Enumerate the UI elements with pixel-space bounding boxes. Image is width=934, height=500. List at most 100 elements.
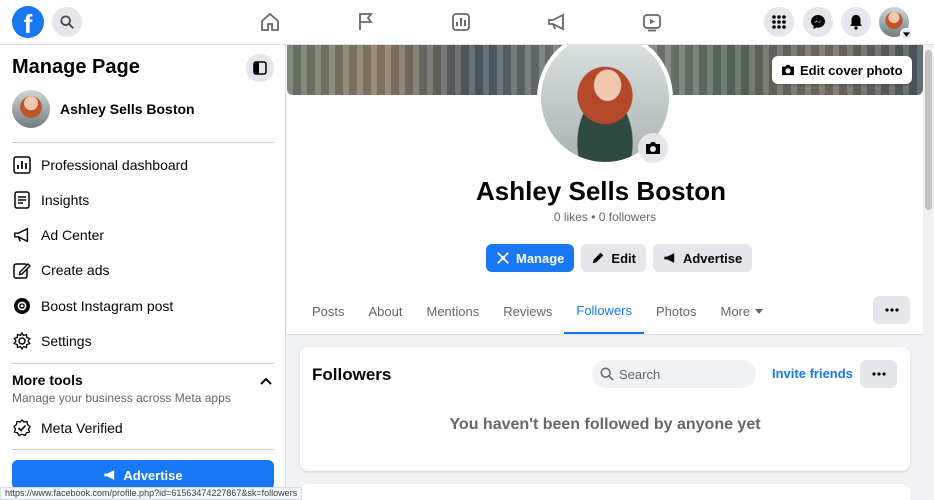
next-card xyxy=(300,484,910,500)
tab-followers[interactable]: Followers xyxy=(564,289,644,334)
more-tools-toggle[interactable] xyxy=(260,372,272,390)
update-profile-picture-button[interactable] xyxy=(638,133,668,163)
sidebar-item-label: Settings xyxy=(41,333,92,349)
sidebar-item-boost-instagram[interactable]: Boost Instagram post xyxy=(12,291,274,321)
tab-about[interactable]: About xyxy=(357,289,415,334)
home-icon xyxy=(261,12,279,31)
followers-card: Followers Invite friends You haven't bee… xyxy=(300,347,910,471)
advertise-button[interactable]: Advertise xyxy=(652,244,753,272)
sidebar-advertise-button[interactable]: Advertise xyxy=(12,460,274,490)
sidebar-item-meta-verified[interactable]: Meta Verified xyxy=(12,413,274,443)
followers-empty-message: You haven't been followed by anyone yet xyxy=(449,416,761,433)
sidebar-item-create-ads[interactable]: Create ads xyxy=(12,255,274,285)
sidebar-item-ad-center[interactable]: Ad Center xyxy=(12,220,274,250)
search-button[interactable] xyxy=(52,7,82,37)
edit-cover-photo-button[interactable]: Edit cover photo xyxy=(772,56,912,84)
page-tabs: Posts About Mentions Reviews Followers P… xyxy=(300,289,775,334)
sidebar-page-name: Ashley Sells Boston xyxy=(60,101,195,117)
gear-icon xyxy=(12,331,32,351)
megaphone-icon xyxy=(12,225,32,245)
page-title: Ashley Sells Boston xyxy=(476,176,726,206)
sidebar-item-label: Ad Center xyxy=(41,227,105,243)
edit-cover-label: Edit cover photo xyxy=(800,62,903,78)
manage-button[interactable]: Manage xyxy=(486,244,575,272)
notifications-button[interactable] xyxy=(841,7,871,37)
scrollbar-thumb[interactable] xyxy=(925,50,932,210)
camera-icon xyxy=(646,142,660,154)
sidebar-title: Manage Page xyxy=(12,56,140,78)
sidebar-item-insights[interactable]: Insights xyxy=(12,185,274,215)
tabs-overflow-button[interactable] xyxy=(873,296,910,324)
search-icon xyxy=(600,367,614,381)
page-stats: 0 likes • 0 followers xyxy=(553,210,657,224)
tab-photos[interactable]: Photos xyxy=(644,289,708,334)
apps-grid-icon xyxy=(772,15,786,29)
instagram-icon xyxy=(12,296,32,316)
divider xyxy=(12,142,274,143)
tab-label: Followers xyxy=(576,303,632,318)
tab-label: About xyxy=(368,304,403,319)
divider xyxy=(12,363,274,364)
flag-icon xyxy=(359,13,373,30)
top-navigation-bar: f xyxy=(0,0,934,45)
status-bar-url: https://www.facebook.com/profile.php?id=… xyxy=(0,487,303,500)
messenger-icon xyxy=(811,15,825,29)
facebook-logo[interactable]: f xyxy=(12,6,44,38)
account-menu-chevron[interactable] xyxy=(900,28,912,40)
followers-search-input[interactable] xyxy=(619,366,749,382)
messenger-button[interactable] xyxy=(803,7,833,37)
sidebar-item-professional-dashboard[interactable]: Professional dashboard xyxy=(12,150,274,180)
megaphone-icon xyxy=(104,470,115,480)
ads-tab[interactable] xyxy=(543,10,571,34)
manage-icon xyxy=(497,252,509,264)
followers-card-title: Followers xyxy=(312,365,392,384)
sidebar-item-settings[interactable]: Settings xyxy=(12,326,274,356)
video-tab[interactable] xyxy=(638,10,666,34)
tab-label: More xyxy=(720,304,751,319)
edit-label: Edit xyxy=(611,250,636,266)
caret-down-icon xyxy=(755,309,764,314)
verified-icon xyxy=(12,418,32,438)
tab-label: Reviews xyxy=(503,304,553,319)
sidebar-toggle-icon xyxy=(253,61,267,75)
pages-tab[interactable] xyxy=(352,10,380,34)
bell-icon xyxy=(850,15,862,30)
insights-icon xyxy=(12,190,32,210)
tab-label: Mentions xyxy=(426,304,480,319)
home-tab[interactable] xyxy=(256,10,284,34)
advertise-label: Advertise xyxy=(123,467,183,483)
tab-more[interactable]: More xyxy=(708,289,775,334)
camera-icon xyxy=(782,64,794,76)
edit-button[interactable]: Edit xyxy=(581,244,646,272)
pencil-icon xyxy=(593,252,604,264)
followers-more-button[interactable] xyxy=(860,360,897,388)
menu-button[interactable] xyxy=(764,7,794,37)
more-dots-icon xyxy=(884,308,899,312)
tab-mentions[interactable]: Mentions xyxy=(415,289,492,334)
insights-tab[interactable] xyxy=(447,10,475,34)
edit-icon xyxy=(12,260,32,280)
video-icon xyxy=(643,14,661,32)
page-avatar xyxy=(12,90,50,128)
manage-page-sidebar: Manage Page Ashley Sells Boston Professi… xyxy=(0,45,286,500)
invite-friends-link[interactable]: Invite friends xyxy=(772,366,853,381)
tab-posts[interactable]: Posts xyxy=(300,289,357,334)
more-tools-heading: More tools xyxy=(12,372,83,388)
tab-label: Posts xyxy=(312,304,345,319)
advertise-label: Advertise xyxy=(682,250,743,266)
tab-reviews[interactable]: Reviews xyxy=(491,289,564,334)
sidebar-item-label: Professional dashboard xyxy=(41,157,189,173)
sidebar-collapse-button[interactable] xyxy=(246,54,274,82)
followers-search xyxy=(592,360,756,388)
chevron-down-icon xyxy=(902,31,910,37)
insights-icon xyxy=(452,13,470,31)
tab-label: Photos xyxy=(656,304,697,319)
manage-label: Manage xyxy=(516,250,565,266)
more-tools-subtitle: Manage your business across Meta apps xyxy=(12,391,231,405)
chevron-up-icon xyxy=(260,377,272,385)
sidebar-item-label: Create ads xyxy=(41,262,110,278)
sidebar-page-profile[interactable]: Ashley Sells Boston xyxy=(12,90,195,128)
megaphone-icon xyxy=(548,13,564,31)
dashboard-icon xyxy=(12,155,32,175)
sidebar-item-label: Meta Verified xyxy=(41,420,123,436)
